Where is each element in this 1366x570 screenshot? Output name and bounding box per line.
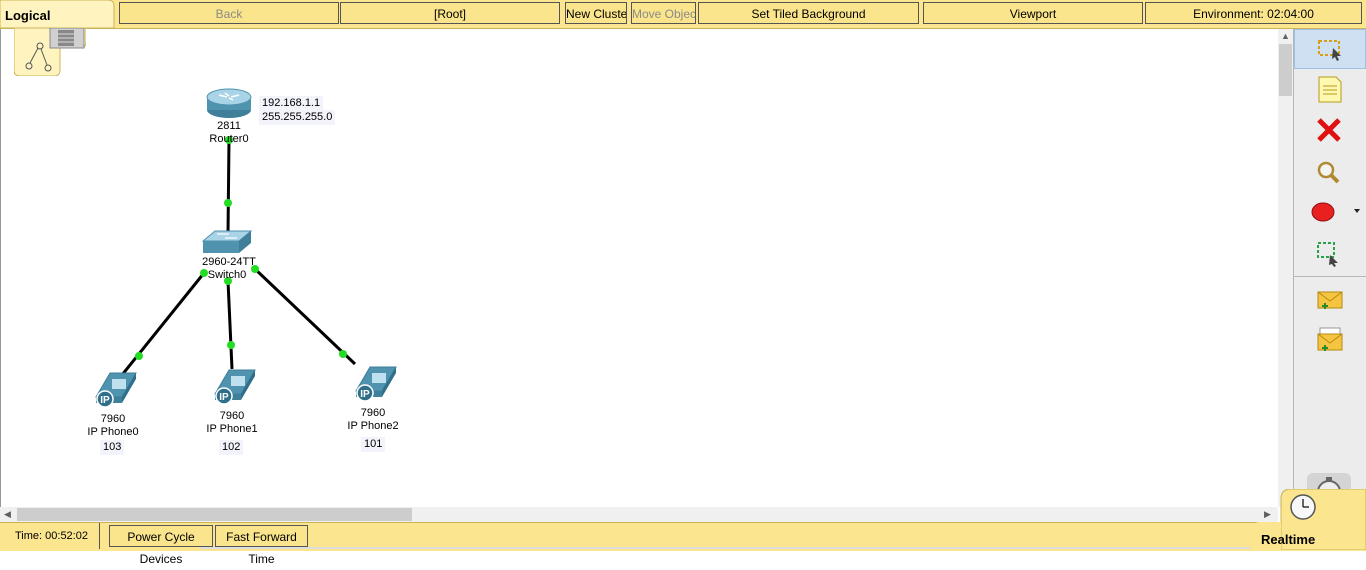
back-button[interactable]: Back — [119, 2, 339, 24]
router-ip: 192.168.1.1 — [259, 96, 324, 111]
bottom-divider — [99, 523, 100, 549]
ip-phone-icon[interactable]: IP — [207, 366, 259, 406]
ip-phone-icon[interactable]: IP — [348, 363, 400, 403]
fast-forward-time-button[interactable]: Fast Forward Time — [215, 525, 308, 566]
power-cycle-devices-button[interactable]: Power Cycle Devices — [109, 525, 213, 566]
switch-model: 2960-24TT — [202, 256, 256, 268]
toolbar-divider — [1294, 276, 1366, 277]
horizontal-scroll-thumb[interactable] — [17, 508, 412, 521]
realtime-clock-icon[interactable] — [1288, 492, 1318, 522]
add-simple-pdu-icon — [1317, 291, 1343, 309]
scroll-up-icon[interactable]: ▲ — [1281, 32, 1290, 41]
phone1-model: 7960 — [219, 410, 245, 422]
ip-phone-icon[interactable]: IP — [88, 369, 140, 409]
router-model: 2811 — [217, 120, 241, 132]
phone2-name: IP Phone2 — [347, 420, 399, 432]
time-display: Time: 00:52:02 — [15, 530, 88, 542]
draw-shape-tool[interactable] — [1294, 193, 1366, 233]
svg-text:IP: IP — [360, 389, 370, 400]
delete-icon — [1317, 118, 1341, 142]
status-strip — [200, 547, 1250, 549]
svg-text:IP: IP — [219, 392, 229, 403]
phone1-number: 102 — [219, 440, 244, 455]
svg-text:IP: IP — [100, 395, 110, 406]
add-complex-pdu-icon — [1317, 327, 1343, 351]
phone0-number: 103 — [100, 440, 125, 455]
root-button[interactable]: [Root] — [340, 2, 560, 24]
realtime-tab-label[interactable]: Realtime — [1261, 532, 1315, 547]
phone0-name: IP Phone0 — [87, 426, 139, 438]
top-toolbar: Logical Back [Root] New Cluster Move Obj… — [0, 0, 1366, 29]
router-icon[interactable] — [205, 86, 253, 120]
note-icon — [1318, 76, 1342, 103]
delete-tool[interactable] — [1294, 110, 1366, 150]
viewport-button[interactable]: Viewport — [923, 2, 1143, 24]
resize-shape-tool[interactable] — [1294, 233, 1366, 273]
draw-shape-icon — [1311, 202, 1360, 222]
environment-button[interactable]: Environment: 02:04:00 — [1145, 2, 1362, 24]
router-mask: 255.255.255.0 — [259, 110, 336, 125]
logical-tab-label[interactable]: Logical — [5, 8, 51, 23]
new-cluster-button[interactable]: New Cluster — [565, 2, 627, 24]
move-object-button[interactable]: Move Object — [631, 2, 696, 24]
select-icon — [1318, 40, 1341, 61]
add-complex-pdu-tool[interactable] — [1294, 320, 1366, 360]
switch-name: Switch0 — [207, 269, 247, 281]
add-simple-pdu-tool[interactable] — [1294, 279, 1366, 319]
set-tiled-background-button[interactable]: Set Tiled Background — [698, 2, 919, 24]
inspect-tool[interactable] — [1294, 152, 1366, 192]
scroll-left-icon[interactable]: ◀ — [4, 510, 11, 519]
note-tool[interactable] — [1294, 70, 1366, 110]
vertical-scroll-thumb[interactable] — [1279, 44, 1292, 96]
phone2-model: 7960 — [360, 407, 386, 419]
select-tool[interactable] — [1294, 29, 1366, 69]
topology-links — [120, 136, 357, 376]
router-name: Router0 — [209, 133, 249, 145]
inspect-icon — [1317, 161, 1340, 184]
phone0-model: 7960 — [100, 413, 126, 425]
resize-icon — [1317, 242, 1338, 267]
switch-icon[interactable] — [201, 229, 253, 255]
phone2-number: 101 — [361, 437, 386, 452]
vertical-scrollbar[interactable] — [1278, 29, 1293, 507]
phone1-name: IP Phone1 — [206, 423, 258, 435]
